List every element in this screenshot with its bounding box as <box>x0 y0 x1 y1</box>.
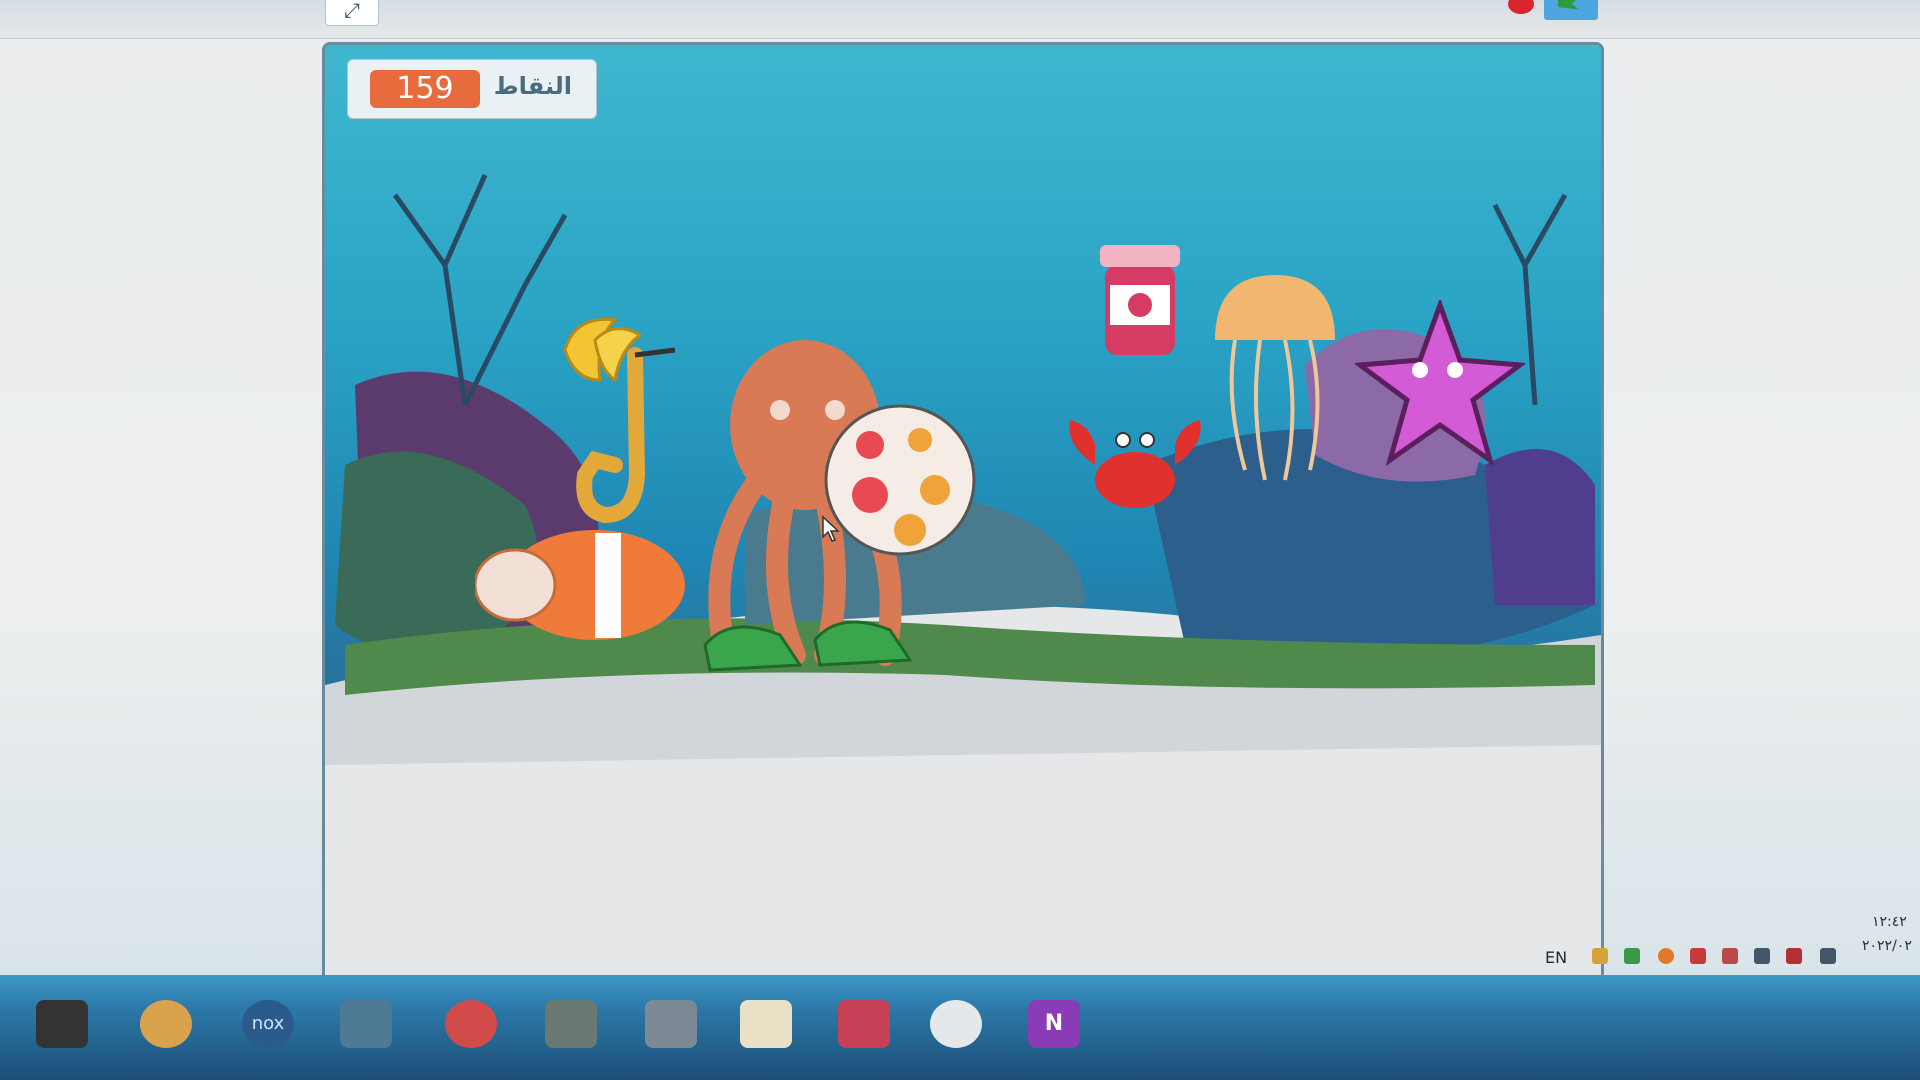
tools-icon[interactable] <box>645 1000 697 1048</box>
score-value: 159 <box>370 70 480 108</box>
tray-icon-2[interactable] <box>1624 948 1640 964</box>
tray-icon-5[interactable] <box>1722 948 1738 964</box>
nox-icon[interactable]: nox <box>242 1000 294 1048</box>
angry-birds-icon[interactable] <box>445 1000 497 1048</box>
score-label: النقاط <box>493 72 572 100</box>
language-indicator[interactable]: EN <box>1545 948 1567 967</box>
ball-sprite[interactable] <box>820 400 980 560</box>
battery-icon[interactable] <box>1786 948 1802 964</box>
stage-header: ⤢ <box>0 0 1920 39</box>
network-icon[interactable] <box>1820 948 1836 964</box>
video-player-icon[interactable] <box>36 1000 88 1048</box>
crab-sprite[interactable] <box>1055 405 1215 525</box>
folder-icon[interactable] <box>740 1000 792 1048</box>
clock-date[interactable]: ٢٠٢٢/٠٢ <box>1862 938 1912 954</box>
shield-icon[interactable] <box>838 1000 890 1048</box>
settings-icon[interactable] <box>545 1000 597 1048</box>
fullscreen-icon[interactable]: ⤢ <box>325 0 379 26</box>
green-flag-icon[interactable] <box>1544 0 1598 20</box>
jellyfish-sprite[interactable] <box>1205 270 1345 490</box>
tray-icon-1[interactable] <box>1592 948 1608 964</box>
score-monitor: 159 النقاط <box>347 59 597 119</box>
onenote-icon[interactable]: N <box>1028 1000 1080 1048</box>
mouse-cursor-icon <box>822 515 840 542</box>
volume-icon[interactable] <box>1754 948 1770 964</box>
monitor-icon[interactable] <box>340 1000 392 1048</box>
tray-icon-4[interactable] <box>1690 948 1706 964</box>
clownfish-sprite[interactable] <box>475 515 695 655</box>
shoes-sprite[interactable] <box>700 605 920 685</box>
clock-time[interactable]: ١٢:٤٢ <box>1872 914 1907 930</box>
nox-label: nox <box>251 1013 285 1034</box>
jam-jar-sprite[interactable] <box>1095 240 1185 360</box>
starfish-sprite[interactable] <box>1355 300 1525 470</box>
tray-icon-3[interactable] <box>1658 948 1674 964</box>
stop-sign-icon[interactable] <box>1508 0 1534 14</box>
onenote-label: N <box>1044 1011 1064 1036</box>
chrome-icon[interactable] <box>930 1000 982 1048</box>
stage[interactable]: 159 النقاط <box>322 42 1604 988</box>
paint-icon[interactable] <box>140 1000 192 1048</box>
